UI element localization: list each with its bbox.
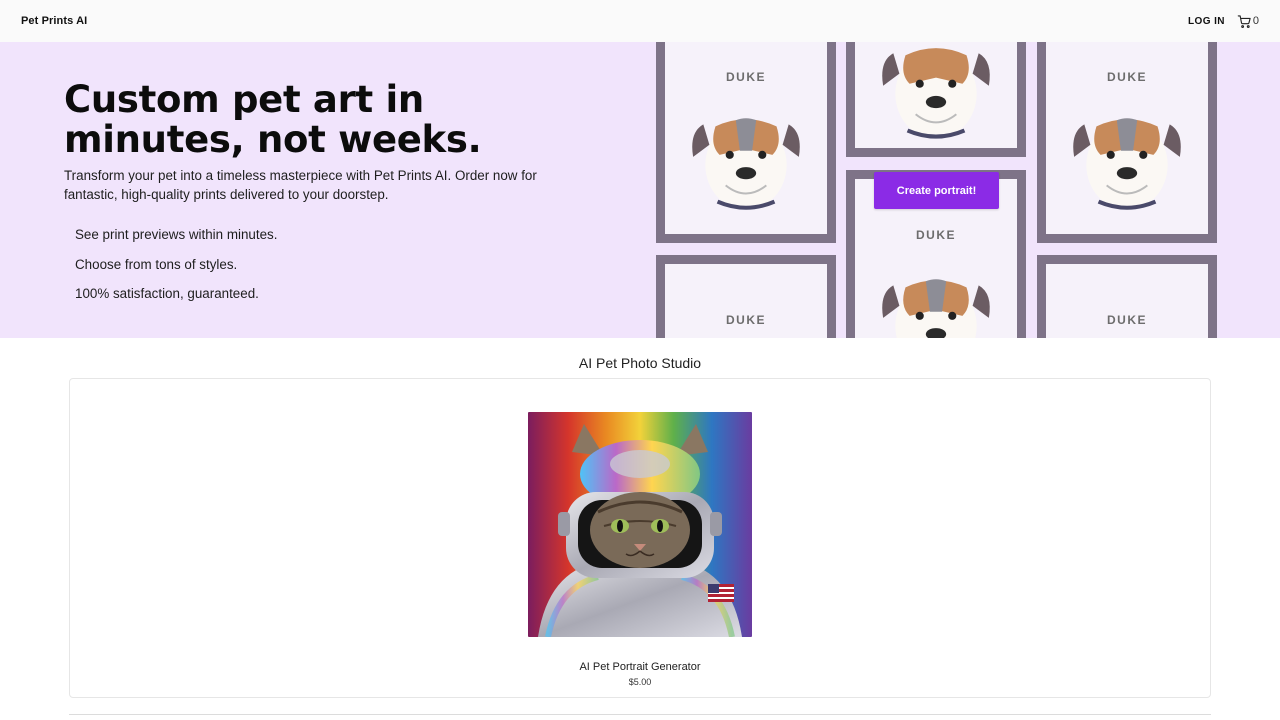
portrait-name-label: DUKE — [1106, 313, 1147, 327]
dog-portrait-image — [1073, 118, 1181, 210]
framed-portrait: DUKE — [1037, 42, 1217, 243]
cart-icon — [1237, 14, 1251, 28]
product-name[interactable]: AI Pet Portrait Generator — [70, 661, 1210, 673]
hero-headline: Custom pet art in minutes, not weeks. — [64, 78, 482, 161]
feature-list: See print previews within minutes. Choos… — [75, 225, 604, 314]
astronaut-cat-image — [528, 412, 752, 637]
framed-portrait — [846, 42, 1026, 157]
brand-logo[interactable]: Pet Prints AI — [21, 15, 87, 27]
feature-item: Choose from tons of styles. — [75, 256, 238, 272]
portrait-name-label: DUKE — [725, 70, 766, 84]
framed-portrait: DUKE — [656, 255, 836, 338]
feature-item: 100% satisfaction, guaranteed. — [75, 286, 259, 301]
hero-subtext: Transform your pet into a timeless maste… — [64, 168, 537, 202]
cart-button[interactable]: 0 — [1237, 14, 1259, 29]
hero-copy: Custom pet art in minutes, not weeks. Tr… — [64, 80, 604, 314]
feature-item: See print previews within minutes. — [75, 227, 278, 242]
cart-count: 0 — [1252, 15, 1259, 27]
product-price: $5.00 — [628, 677, 652, 687]
dog-portrait-image — [882, 48, 990, 139]
product-image[interactable] — [528, 412, 752, 637]
framed-portrait: DUKE — [656, 42, 836, 243]
product-card-container: AI Pet Portrait Generator $5.00 — [69, 378, 1211, 698]
header-actions: LOG IN 0 — [1188, 14, 1259, 29]
hero-section: Custom pet art in minutes, not weeks. Tr… — [0, 42, 1280, 338]
portrait-name-label: DUKE — [915, 228, 956, 242]
framed-portrait: DUKE — [1037, 255, 1217, 338]
top-navigation-bar: Pet Prints AI LOG IN 0 — [0, 0, 1280, 42]
dog-portrait-image — [882, 279, 990, 338]
portrait-name-label: DUKE — [725, 313, 766, 327]
section-title: AI Pet Photo Studio — [578, 355, 702, 371]
dog-portrait-image — [692, 118, 800, 210]
login-link[interactable]: LOG IN — [1188, 16, 1225, 27]
create-portrait-button[interactable]: Create portrait! — [874, 172, 999, 209]
portrait-name-label: DUKE — [1106, 70, 1147, 84]
divider — [69, 714, 1211, 715]
